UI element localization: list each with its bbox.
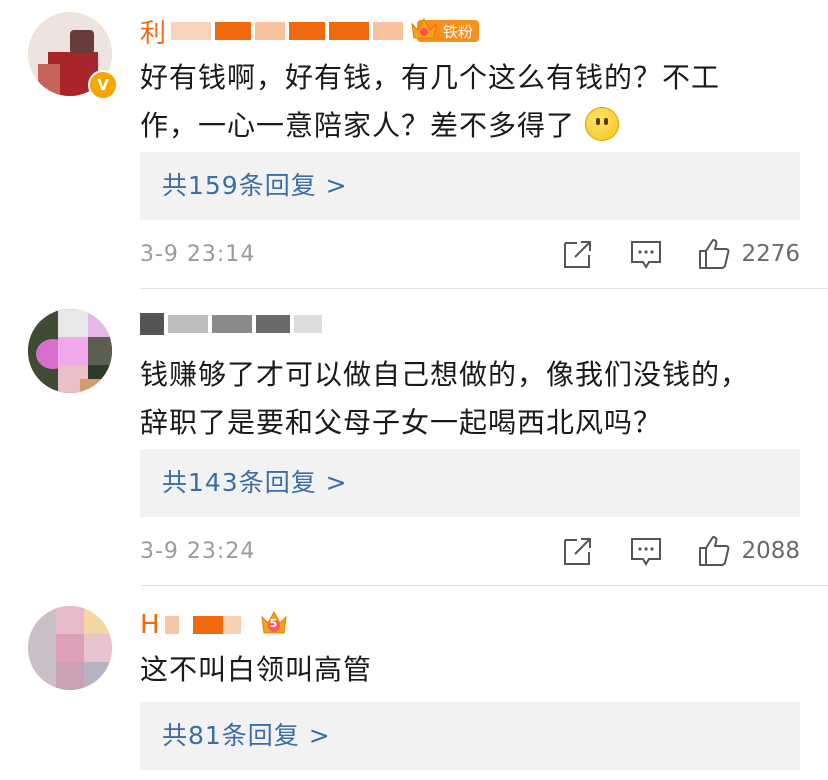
blurred-name	[164, 616, 179, 634]
comment-actions: 2276	[527, 237, 800, 271]
avatar[interactable]	[28, 309, 112, 393]
blurred-name	[289, 22, 326, 40]
verified-icon: V	[88, 70, 118, 100]
crown-level: 5	[269, 617, 278, 630]
username-row: 利 铁粉	[140, 13, 480, 50]
crown-level-icon: 5	[259, 609, 289, 641]
blurred-name	[329, 22, 370, 40]
comment-actions: 2088	[527, 534, 800, 568]
blurred-name	[294, 315, 322, 333]
comment-text: 这不叫白领叫高管	[140, 646, 770, 694]
comment-meta: 3-9 23:24 2088	[140, 531, 800, 571]
like-icon[interactable]	[697, 534, 731, 568]
username-row: H 5	[140, 608, 289, 642]
comment-text-line-content: 作，一心一意陪家人？差不多得了	[140, 109, 576, 142]
view-replies-button[interactable]: 共81条回复 >	[140, 702, 800, 770]
comment-text-line: 这不叫白领叫高管	[140, 653, 373, 686]
username[interactable]: 利	[140, 13, 167, 50]
like-count: 2276	[741, 241, 800, 267]
blurred-name	[222, 616, 241, 634]
timestamp: 3-9 23:24	[140, 538, 256, 564]
blurred-name	[140, 313, 164, 335]
share-icon[interactable]	[561, 534, 595, 568]
blurred-name	[212, 315, 252, 333]
timestamp: 3-9 23:14	[140, 241, 256, 267]
share-icon[interactable]	[561, 237, 595, 271]
blurred-name	[373, 22, 404, 40]
view-replies-button[interactable]: 共143条回复 >	[140, 449, 800, 517]
comment-text: 钱赚够了才可以做自己想做的，像我们没钱的， 辞职了是要和父母子女一起喝西北风吗？	[140, 351, 770, 447]
comment-item: H 5 这不叫白领叫高管 共81条回复 >	[0, 586, 828, 780]
like-icon[interactable]	[697, 237, 731, 271]
blurred-name	[256, 315, 290, 333]
blurred-name	[215, 22, 252, 40]
crown-icon	[409, 16, 439, 46]
blurred-name	[192, 616, 223, 634]
username[interactable]: H	[140, 610, 161, 640]
comment-item: V 利 铁粉 好有钱啊，好有钱，有几个这么有钱的？不工 作，一心一意陪家人？差不…	[0, 0, 828, 289]
comment-meta: 3-9 23:14 2276	[140, 234, 800, 274]
blurred-name	[255, 22, 286, 40]
comment-text-line: 钱赚够了才可以做自己想做的，像我们没钱的，	[140, 358, 750, 391]
like-count: 2088	[741, 538, 800, 564]
comment-icon[interactable]	[629, 534, 663, 568]
comment-text-line: 好有钱啊，好有钱，有几个这么有钱的？不工	[140, 61, 721, 94]
comment-text: 好有钱啊，好有钱，有几个这么有钱的？不工 作，一心一意陪家人？差不多得了	[140, 54, 770, 150]
avatar[interactable]	[28, 606, 112, 690]
username-row	[140, 307, 322, 341]
smile-emoji-icon	[584, 107, 619, 141]
comment-text-line: 辞职了是要和父母子女一起喝西北风吗？	[140, 406, 663, 439]
view-replies-button[interactable]: 共159条回复 >	[140, 152, 800, 220]
blurred-name	[168, 315, 208, 333]
comment-icon[interactable]	[629, 237, 663, 271]
comment-item: 钱赚够了才可以做自己想做的，像我们没钱的， 辞职了是要和父母子女一起喝西北风吗？…	[0, 289, 828, 586]
blurred-name	[171, 22, 212, 40]
comment-text-line: 作，一心一意陪家人？差不多得了	[140, 102, 770, 150]
